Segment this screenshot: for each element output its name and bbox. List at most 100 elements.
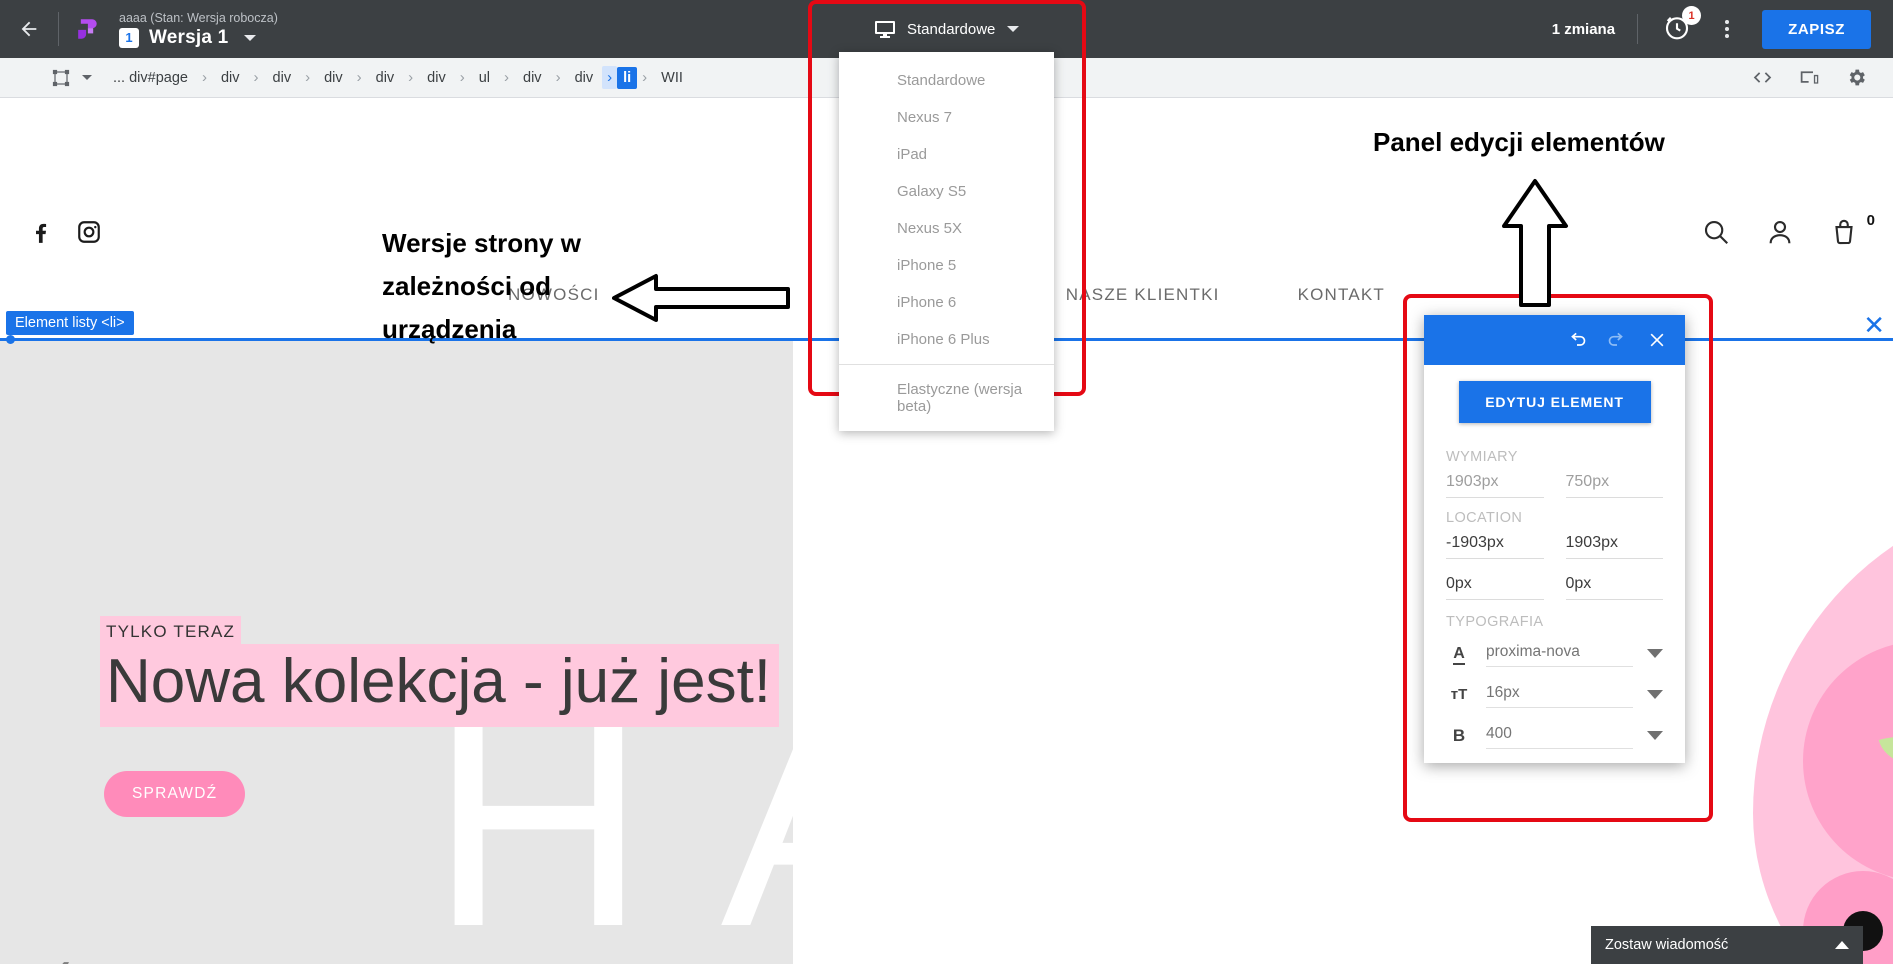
font-size-row[interactable]: тT [1446,681,1663,708]
chevron-down-icon[interactable] [1647,690,1663,699]
device-menu-item-responsive[interactable]: Elastyczne (wersja beta) [839,371,1054,425]
breadcrumb-sep-highlighted[interactable]: › [602,66,618,89]
selected-element-badge: Element listy <li> [6,311,134,335]
save-button[interactable]: ZAPISZ [1762,9,1871,49]
breadcrumb-item-2[interactable]: div [264,66,301,90]
breadcrumb[interactable]: ... div#page › div › div › div › div › d… [104,66,692,90]
device-menu-item-4[interactable]: Nexus 5X [839,210,1054,247]
hero-headline: Nowa kolekcja - już jest! [100,644,780,727]
account-icon[interactable] [1765,217,1795,252]
font-family-input[interactable] [1486,640,1633,666]
annotation-arrow-left-icon [612,274,790,322]
breadcrumb-sep[interactable]: › [352,66,367,89]
breadcrumb-item-10[interactable]: WII [652,66,692,90]
device-menu-item-2[interactable]: iPad [839,136,1054,173]
redo-icon[interactable] [1607,330,1627,350]
site-nav-item-3[interactable]: NASZE KLIENTKI [1066,285,1220,305]
instagram-icon[interactable] [76,219,102,250]
close-icon[interactable] [1647,330,1667,350]
breadcrumb-item-1[interactable]: div [212,66,249,90]
hero-cta-button[interactable]: SPRAWDŹ [104,771,246,817]
breadcrumb-item-7[interactable]: div [514,66,551,90]
history-button[interactable]: 1 [1662,6,1702,46]
changes-counter: 1 zmiana [1551,20,1616,38]
breadcrumb-item-5[interactable]: div [418,66,455,90]
font-weight-row[interactable]: B [1446,722,1663,749]
search-icon[interactable] [1701,217,1731,252]
device-menu-item-7[interactable]: iPhone 6 Plus [839,321,1054,358]
breadcrumb-sep[interactable]: › [637,66,652,89]
selection-handle[interactable] [6,335,15,344]
history-badge: 1 [1682,6,1702,25]
chevron-down-icon[interactable] [1647,649,1663,658]
chat-widget-bar[interactable]: Zostaw wiadomość [1591,926,1863,964]
device-menu-item-5[interactable]: iPhone 5 [839,247,1054,284]
site-social-links[interactable] [28,219,102,250]
location-right-input[interactable] [1565,530,1663,559]
breadcrumb-sep[interactable]: › [197,66,212,89]
breadcrumb-item-selected[interactable]: li [617,66,638,89]
device-menu-item-3[interactable]: Galaxy S5 [839,173,1054,210]
device-menu-item-0[interactable]: Standardowe [839,62,1054,99]
breadcrumb-sep[interactable]: › [300,66,315,89]
width-input[interactable] [1446,469,1544,498]
chevron-down-icon[interactable] [1647,731,1663,740]
breadcrumb-sep[interactable]: › [249,66,264,89]
breadcrumb-item-3[interactable]: div [315,66,352,90]
breadcrumb-sep[interactable]: › [403,66,418,89]
edit-panel-header [1424,315,1685,365]
annotation-arrow-up-icon [1502,179,1568,307]
menu-divider [839,364,1054,365]
breadcrumb-sep[interactable]: › [551,66,566,89]
site-header-icons[interactable]: 0 [1701,212,1875,252]
chevron-down-icon[interactable] [244,34,257,41]
chevron-down-icon[interactable] [82,75,92,80]
location-label: LOCATION [1446,510,1523,526]
device-dropdown-menu[interactable]: Standardowe Nexus 7 iPad Galaxy S5 Nexus… [839,52,1054,431]
devices-icon[interactable] [1799,67,1820,88]
location-top-input[interactable] [1446,571,1544,600]
breadcrumb-item-0[interactable]: ... div#page [104,66,197,90]
location-left-input[interactable] [1446,530,1544,559]
arrow-left-icon [21,21,37,37]
hero-eyebrow: TYLKO TERAZ [100,616,242,644]
site-nav-item-4[interactable]: KONTAKT [1298,285,1385,305]
annotation-panel-text: Panel edycji elementów [1373,127,1665,157]
device-menu-item-6[interactable]: iPhone 6 [839,284,1054,321]
location-bottom-input[interactable] [1565,571,1663,600]
cart-count: 0 [1866,212,1875,229]
settings-gear-icon[interactable] [1846,67,1867,88]
breadcrumb-sep[interactable]: › [499,66,514,89]
back-button[interactable] [0,0,58,58]
font-family-row[interactable]: A [1446,640,1663,667]
project-title-block[interactable]: aaaa (Stan: Wersja robocza) 1 Wersja 1 [115,10,278,49]
divider [1637,14,1639,44]
height-input[interactable] [1565,469,1663,498]
cart-icon[interactable]: 0 [1829,212,1875,252]
edit-element-button[interactable]: EDYTUJ ELEMENT [1458,381,1651,423]
breadcrumb-item-8[interactable]: div [566,66,603,90]
device-menu-item-1[interactable]: Nexus 7 [839,99,1054,136]
chat-widget-label: Zostaw wiadomość [1605,937,1729,953]
more-vert-icon[interactable] [1714,12,1740,46]
facebook-icon[interactable] [28,219,54,250]
breadcrumb-item-6[interactable]: ul [470,66,499,90]
selection-frame-icon[interactable] [48,65,74,91]
breadcrumb-sep[interactable]: › [455,66,470,89]
typography-label: TYPOGRAFIA [1446,614,1544,630]
selection-close-icon[interactable]: ✕ [1863,312,1885,338]
element-edit-panel[interactable]: EDYTUJ ELEMENT WYMIARY LOCATION TYPOGRAF… [1424,315,1685,763]
chevron-up-icon[interactable] [1835,941,1849,949]
font-weight-input[interactable] [1486,722,1633,748]
font-family-icon: A [1446,644,1472,665]
undo-icon[interactable] [1567,330,1587,350]
project-state: aaaa (Stan: Wersja robocza) [119,10,278,25]
version-name: Wersja 1 [149,26,229,48]
font-size-input[interactable] [1486,681,1633,707]
hero-prev-arrow[interactable]: ‹ [52,941,71,964]
version-badge: 1 [119,27,139,48]
font-size-icon: тT [1450,686,1468,703]
code-icon[interactable] [1752,67,1773,88]
hero-copy: TYLKO TERAZ Nowa kolekcja - już jest! SP… [100,616,780,817]
breadcrumb-item-4[interactable]: div [367,66,404,90]
